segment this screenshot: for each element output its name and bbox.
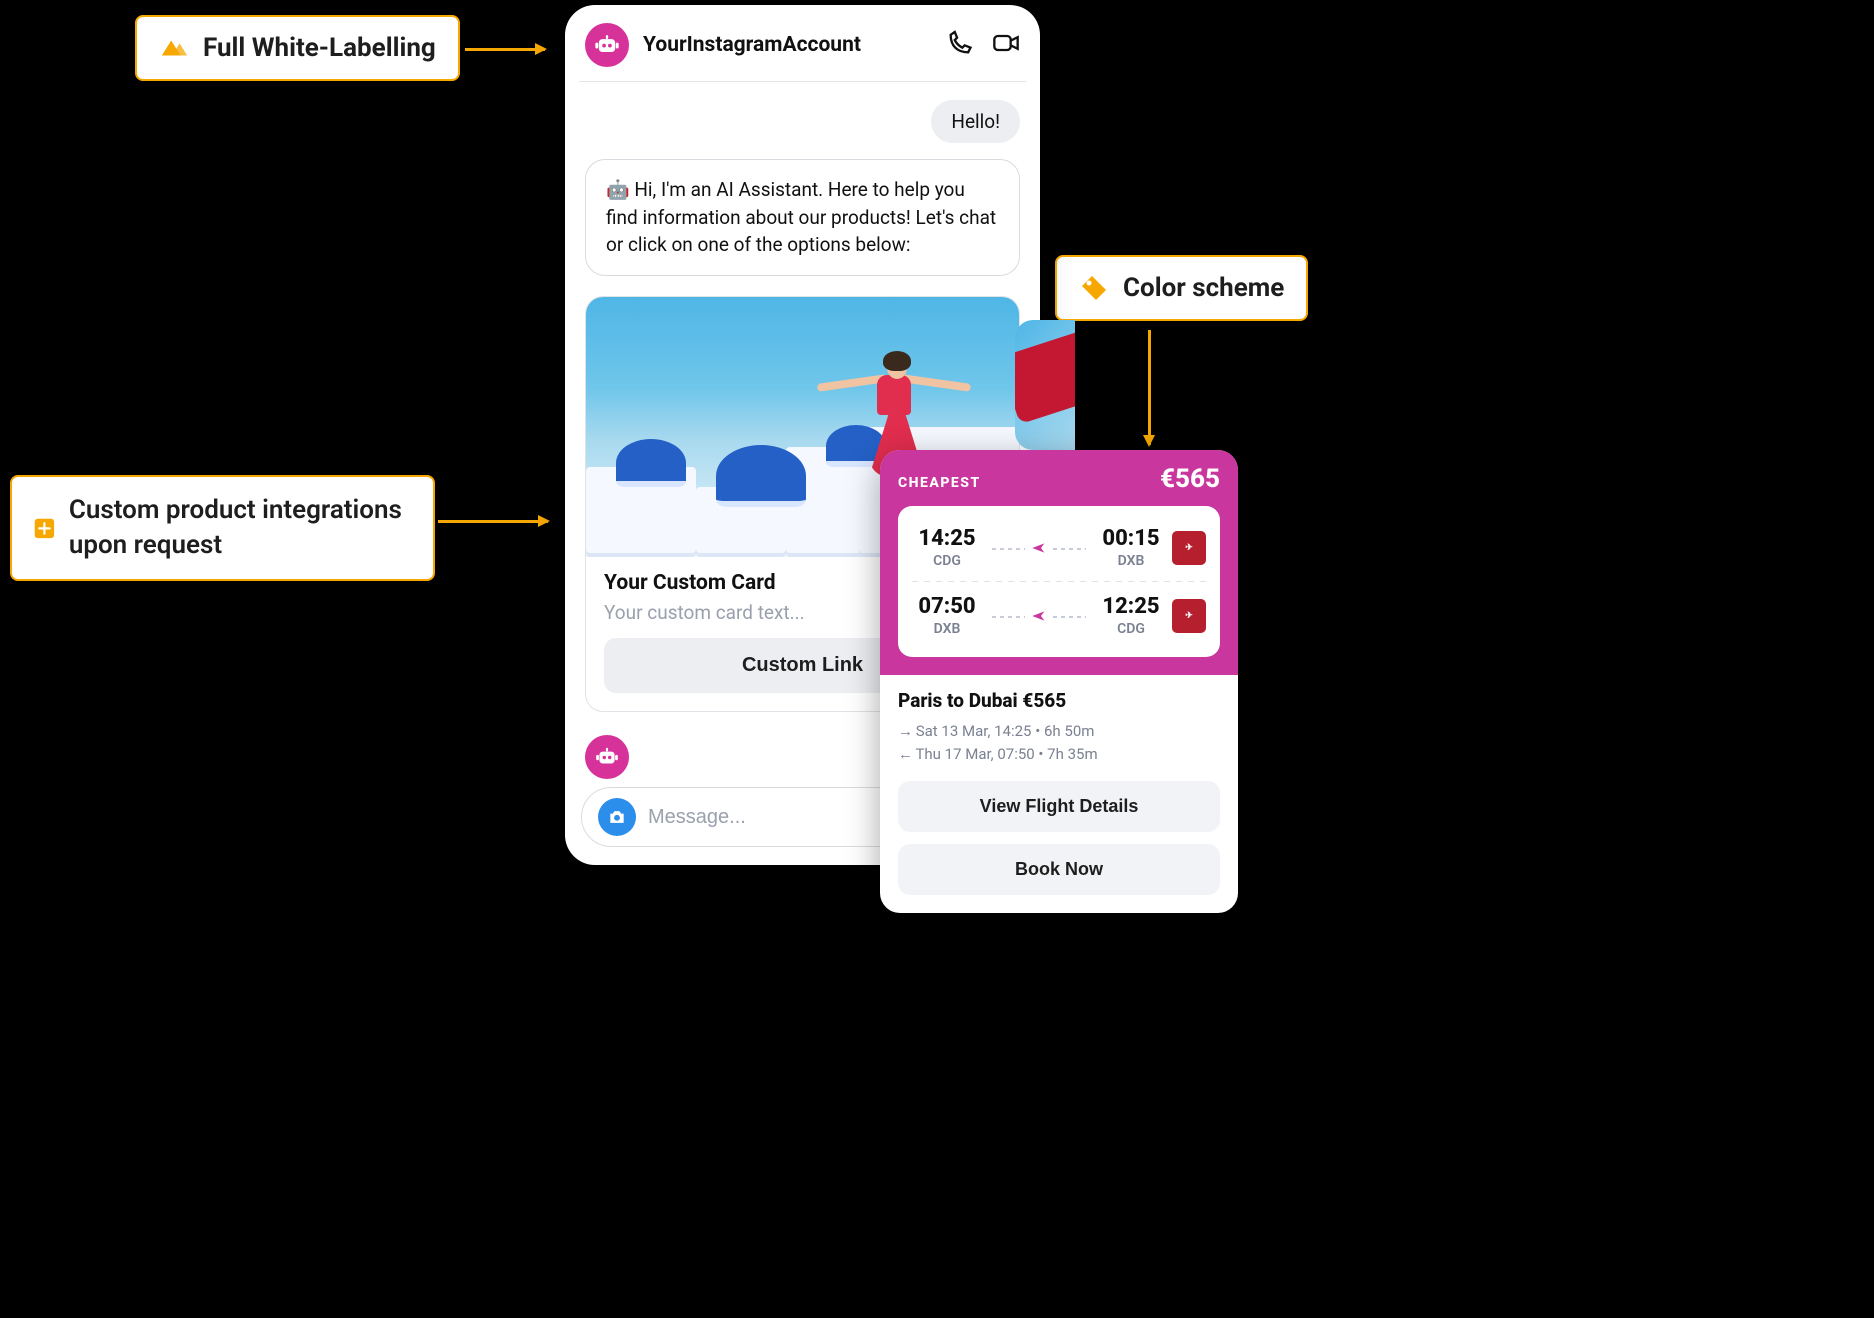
bot-message: 🤖 Hi, I'm an AI Assistant. Here to help … [585, 159, 1020, 276]
callout-label: Color scheme [1123, 273, 1284, 303]
plane-icon [1031, 608, 1047, 624]
dep-time: 14:25 [912, 526, 982, 551]
arr-code: CDG [1096, 621, 1166, 637]
flight-meta: → Sat 13 Mar, 14:25 • 6h 50m ← Thu 17 Ma… [898, 720, 1220, 767]
callout-color-scheme: Color scheme [1055, 255, 1308, 321]
view-flight-details-button[interactable]: View Flight Details [898, 781, 1220, 832]
callout-custom-integrations: Custom product integrations upon request [10, 475, 435, 581]
phone-icon [946, 29, 974, 57]
tag-icon [1079, 273, 1109, 303]
stacked-triangles-icon [159, 33, 189, 63]
camera-icon [607, 807, 627, 827]
flight-route: Paris to Dubai €565 [898, 689, 1220, 712]
arr-time: 00:15 [1096, 526, 1166, 551]
bot-avatar[interactable] [585, 23, 629, 67]
arrow-line [1148, 330, 1151, 445]
airline-logo: ✈ [1172, 531, 1206, 565]
dep-time: 07:50 [912, 594, 982, 619]
camera-button[interactable] [598, 798, 636, 836]
video-call-button[interactable] [992, 29, 1020, 61]
arrow-line [438, 520, 548, 523]
cheapest-badge: CHEAPEST [898, 475, 981, 491]
airline-logo: ✈ [1172, 599, 1206, 633]
flight-leg-outbound: 14:25 CDG 00:15 DXB ✈ [898, 516, 1220, 579]
user-message: Hello! [931, 100, 1020, 143]
arr-code: DXB [1096, 553, 1166, 569]
plane-icon [1031, 540, 1047, 556]
flight-price: €565 [1160, 464, 1220, 494]
callout-white-label: Full White-Labelling [135, 15, 460, 81]
flight-card[interactable]: CHEAPEST €565 14:25 CDG 00:15 DXB ✈ 07:50 D… [880, 450, 1238, 913]
arrow-line [465, 48, 545, 51]
dep-code: DXB [912, 621, 982, 637]
carousel-card-peek[interactable] [1015, 320, 1075, 450]
chat-header: YourInstagramAccount [565, 5, 1040, 81]
dep-code: CDG [912, 553, 982, 569]
call-button[interactable] [946, 29, 974, 61]
video-icon [992, 29, 1020, 57]
arrow-left-icon: ← [898, 743, 912, 766]
callout-label: Custom product integrations upon request [69, 493, 411, 563]
flight-times-panel: 14:25 CDG 00:15 DXB ✈ 07:50 DXB 12:25 CDG ✈ [898, 506, 1220, 657]
account-name: YourInstagramAccount [643, 33, 932, 57]
plus-box-icon [34, 513, 55, 543]
bot-float-avatar[interactable] [585, 735, 629, 779]
callout-label: Full White-Labelling [203, 33, 436, 63]
book-now-button[interactable]: Book Now [898, 844, 1220, 895]
flight-leg-return: 07:50 DXB 12:25 CDG ✈ [898, 584, 1220, 647]
arrow-right-icon: → [898, 720, 912, 743]
arr-time: 12:25 [1096, 594, 1166, 619]
